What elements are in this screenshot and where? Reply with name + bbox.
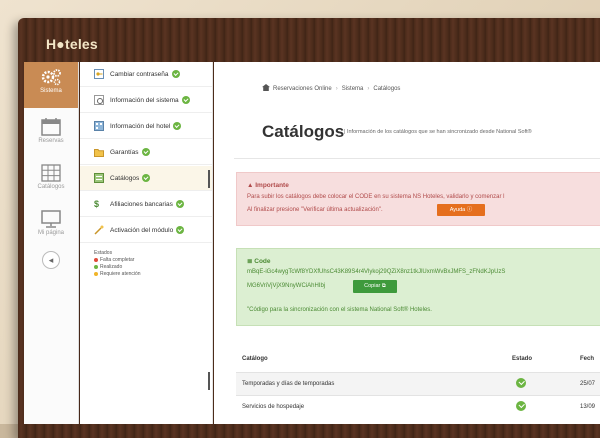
copy-button[interactable]: Copiar ⧉ bbox=[353, 280, 397, 293]
check-icon bbox=[141, 148, 150, 156]
resize-handle[interactable] bbox=[208, 170, 210, 188]
building-icon bbox=[94, 121, 104, 131]
dollar-icon: $ bbox=[94, 199, 100, 209]
resize-handle[interactable] bbox=[208, 372, 210, 390]
home-icon[interactable] bbox=[262, 84, 270, 91]
menu-item-activacion-modulo[interactable]: Activación del módulo bbox=[80, 218, 212, 243]
date-cell: 25/07 bbox=[580, 381, 596, 387]
app-logo: H●teles bbox=[46, 36, 98, 52]
legend-item: Realizado bbox=[94, 264, 141, 271]
wand-icon bbox=[94, 225, 104, 235]
column-header[interactable]: Catálogo bbox=[242, 356, 268, 362]
table-row[interactable]: Temporadas y días de temporadas 25/07 bbox=[236, 372, 600, 395]
legend-title: Estados bbox=[94, 250, 113, 256]
rail-item-catalogos[interactable]: Catálogos bbox=[24, 158, 78, 204]
menu-item-label: Información del hotel bbox=[110, 122, 171, 130]
menu-item-garantias[interactable]: Garantías bbox=[80, 140, 212, 165]
check-icon bbox=[175, 200, 184, 208]
red-dot-icon bbox=[94, 257, 98, 262]
grid-icon bbox=[41, 164, 61, 182]
rail-item-reservas[interactable]: Reservas bbox=[24, 112, 78, 158]
table-row[interactable]: Servicios de hospedaje 13/09 bbox=[236, 395, 600, 418]
info-icon bbox=[94, 95, 104, 105]
rail-label: Mi página bbox=[37, 230, 64, 236]
menu-item-label: Activación del módulo bbox=[110, 226, 174, 234]
rail-item-sistema[interactable]: Sistema bbox=[24, 62, 78, 108]
check-icon bbox=[171, 70, 180, 78]
menu-item-cambiar-contrasena[interactable]: Cambiar contraseña bbox=[80, 62, 212, 87]
help-button[interactable]: Ayuda ⓘ bbox=[437, 204, 485, 216]
table-header: Catálogo Estado Fech bbox=[236, 348, 600, 372]
divider bbox=[234, 158, 600, 159]
code-heading: ≣ Code bbox=[247, 258, 271, 265]
monitor-icon bbox=[41, 210, 61, 228]
system-menu: Cambiar contraseña Información del siste… bbox=[80, 62, 213, 424]
check-icon bbox=[142, 174, 151, 182]
menu-item-label: Información del sistema bbox=[110, 96, 179, 104]
check-icon bbox=[516, 378, 526, 388]
gear-icon bbox=[41, 69, 61, 86]
green-dot-icon bbox=[94, 264, 98, 269]
column-header[interactable]: Estado bbox=[512, 356, 532, 362]
code-value: mBqE-iGc4wygTcWf8YDXfUhsC43K89S4r4Vlykoj… bbox=[247, 269, 506, 275]
code-panel: ≣ Code mBqE-iGc4wygTcWf8YDXfUhsC43K89S4r… bbox=[236, 248, 600, 326]
menu-item-afiliaciones-bancarias[interactable]: $ Afiliaciones bancarias bbox=[80, 192, 212, 217]
check-icon bbox=[516, 401, 526, 411]
folder-icon bbox=[94, 149, 104, 157]
breadcrumb-separator: › bbox=[367, 86, 370, 92]
icon-rail: Sistema Reservas Catálogos Mi página ◂ bbox=[24, 62, 79, 424]
alert-heading: ▲ Importante bbox=[247, 182, 289, 189]
breadcrumb-link[interactable]: Sistema bbox=[342, 86, 364, 92]
rail-label: Sistema bbox=[40, 88, 62, 94]
menu-item-informacion-sistema[interactable]: Información del sistema bbox=[80, 88, 212, 113]
collapse-rail-button[interactable]: ◂ bbox=[42, 251, 60, 269]
rail-label: Reservas bbox=[38, 138, 64, 144]
catalog-table: Catálogo Estado Fech Temporadas y días d… bbox=[236, 348, 600, 418]
check-icon bbox=[176, 226, 185, 234]
code-note: "Código para la sincronización con el si… bbox=[247, 307, 432, 313]
column-header[interactable]: Fech bbox=[580, 356, 594, 362]
legend-item: Falta completar bbox=[94, 257, 141, 264]
important-alert: ▲ Importante Para subir los catálogos de… bbox=[236, 172, 600, 226]
key-icon bbox=[94, 69, 104, 79]
catalog-cell: Temporadas y días de temporadas bbox=[242, 381, 335, 387]
alert-text: Al finalizar presione "Verificar última … bbox=[247, 207, 383, 213]
breadcrumb: Reservaciones Online › Sistema › Catálogos bbox=[262, 84, 400, 92]
code-value: MG6VriVjVjX9NnyWCiAhHIbj bbox=[247, 283, 326, 289]
menu-item-label: Afiliaciones bancarias bbox=[110, 200, 173, 208]
breadcrumb-link[interactable]: Reservaciones Online bbox=[273, 86, 332, 92]
menu-item-label: Garantías bbox=[110, 148, 139, 156]
menu-item-label: Catálogos bbox=[110, 174, 140, 182]
breadcrumb-current: Catálogos bbox=[373, 86, 401, 92]
date-cell: 13/09 bbox=[580, 404, 596, 410]
yellow-dot-icon bbox=[94, 271, 98, 276]
menu-item-catalogos[interactable]: Catálogos bbox=[80, 166, 212, 191]
legend-item: Requiere atención bbox=[94, 271, 141, 278]
menu-item-label: Cambiar contraseña bbox=[110, 70, 169, 78]
page-subtitle: | Información de los catálogos que se ha… bbox=[344, 129, 532, 135]
page-title: Catálogos bbox=[262, 122, 345, 141]
status-legend: Estados Falta completar Realizado Requie… bbox=[94, 250, 141, 278]
menu-item-informacion-hotel[interactable]: Información del hotel bbox=[80, 114, 212, 139]
chevron-left-icon: ◂ bbox=[48, 255, 54, 265]
catalog-cell: Servicios de hospedaje bbox=[242, 404, 305, 410]
rail-label: Catálogos bbox=[37, 184, 65, 190]
list-icon bbox=[94, 173, 104, 183]
rail-item-mi-pagina[interactable]: Mi página bbox=[24, 204, 78, 250]
check-icon bbox=[173, 122, 182, 130]
breadcrumb-separator: › bbox=[335, 86, 338, 92]
calendar-icon bbox=[41, 118, 61, 136]
alert-text: Para subir los catálogos debe colocar el… bbox=[247, 194, 505, 200]
check-icon bbox=[181, 96, 190, 104]
main-content: Reservaciones Online › Sistema › Catálogos C… bbox=[214, 62, 600, 424]
